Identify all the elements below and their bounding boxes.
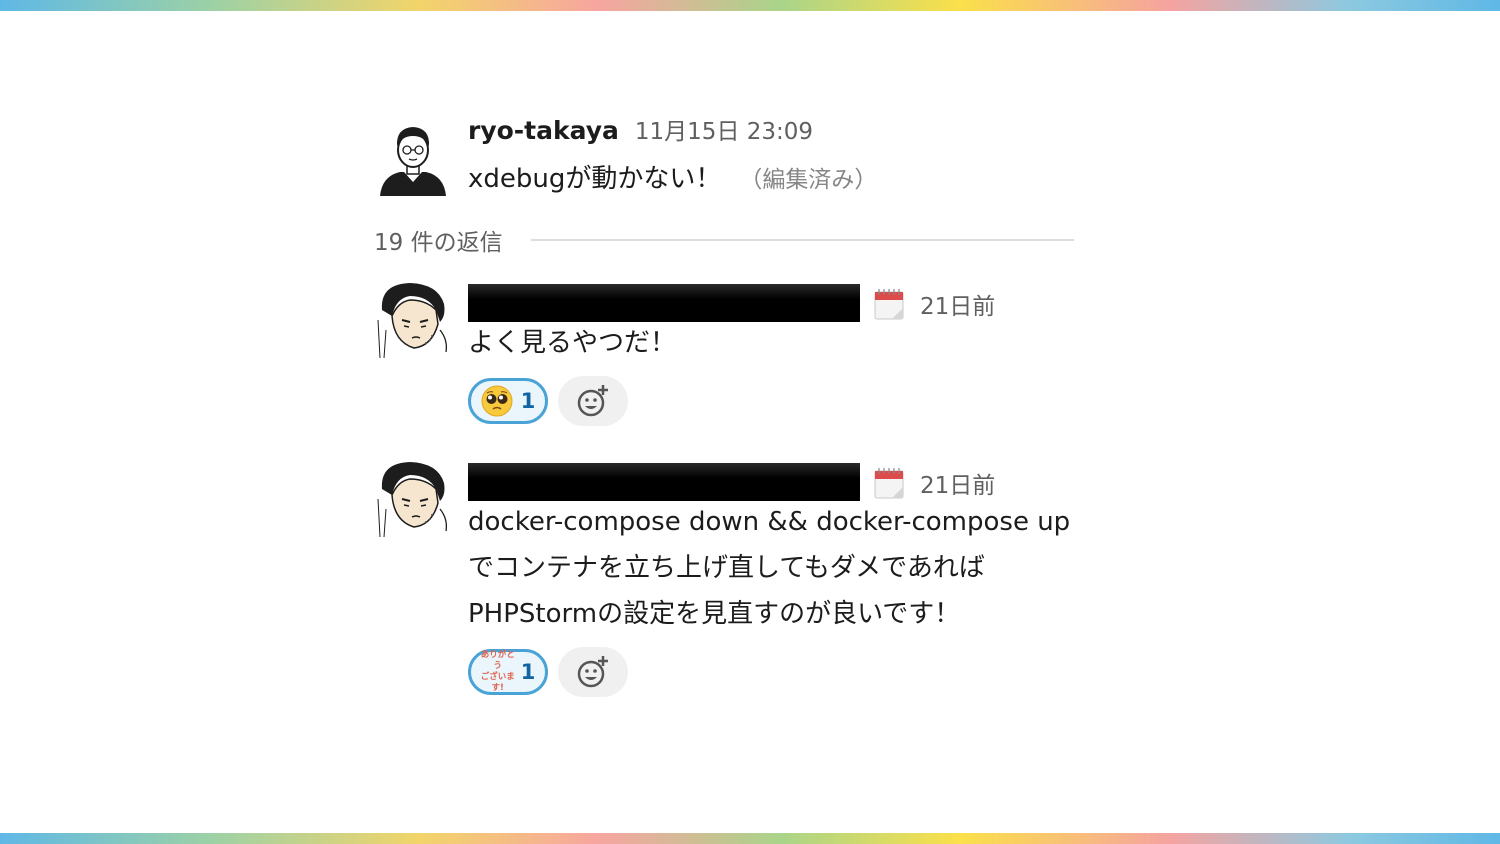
replies-count: 19 件の返信 [374,230,503,256]
reaction-count: 1 [520,660,536,684]
reply-timestamp[interactable]: 21日前 [920,466,995,500]
parent-message[interactable]: ryo-takaya 11月15日 23:09 xdebugが動かない！ （編集済… [374,112,1094,212]
emoji-label-top: ありがとう [480,650,515,671]
bottom-color-stripe [0,833,1500,844]
top-color-stripe [0,0,1500,11]
reply-message[interactable]: 21日前 docker-compose down && docker-compo… [374,455,1114,699]
calendar-icon [874,288,904,320]
edited-label: （編集済み） [739,167,878,193]
message-thread: ryo-takaya 11月15日 23:09 xdebugが動かない！ （編集済… [374,112,1094,697]
reaction-count: 1 [520,389,536,413]
divider-line [530,239,1074,241]
redacted-author-name [468,284,860,322]
arigatou-gozaimasu-emoji-icon: ありがとう ございます! [481,650,515,694]
calendar-icon [874,467,904,499]
pleading-face-emoji-icon [481,385,513,417]
reply-message[interactable]: 21日前 よく見るやつだ！ 1 [374,276,1094,428]
reactions-bar: ありがとう ございます! 1 [468,645,1114,699]
add-emoji-icon [577,385,608,417]
author-name[interactable]: ryo-takaya [468,116,619,145]
reply-text-line: PHPStormの設定を見直すのが良いです！ [468,599,961,629]
replies-divider: 19 件の返信 [374,224,1074,256]
add-reaction-button[interactable] [558,376,628,426]
reaction-pill[interactable]: 1 [468,378,548,424]
message-timestamp[interactable]: 11月15日 23:09 [635,112,813,146]
reply-text-line: docker-compose down && docker-compose up [468,507,1071,537]
add-emoji-icon [577,656,608,688]
reactions-bar: 1 [468,374,1094,428]
emoji-label-bottom: ございます! [480,672,515,693]
redacted-author-name [468,463,860,501]
message-text: xdebugが動かない！ （編集済み） [468,156,1094,203]
avatar[interactable] [374,459,452,537]
reply-timestamp[interactable]: 21日前 [920,287,995,321]
avatar[interactable] [374,280,452,358]
add-reaction-button[interactable] [558,647,628,697]
reply-text-line: よく見るやつだ！ [468,328,677,358]
reply-text-line: でコンテナを立ち上げ直してもダメであれば [468,553,985,583]
message-body: xdebugが動かない！ [468,164,722,194]
avatar[interactable] [374,118,452,196]
reaction-pill[interactable]: ありがとう ございます! 1 [468,649,548,695]
